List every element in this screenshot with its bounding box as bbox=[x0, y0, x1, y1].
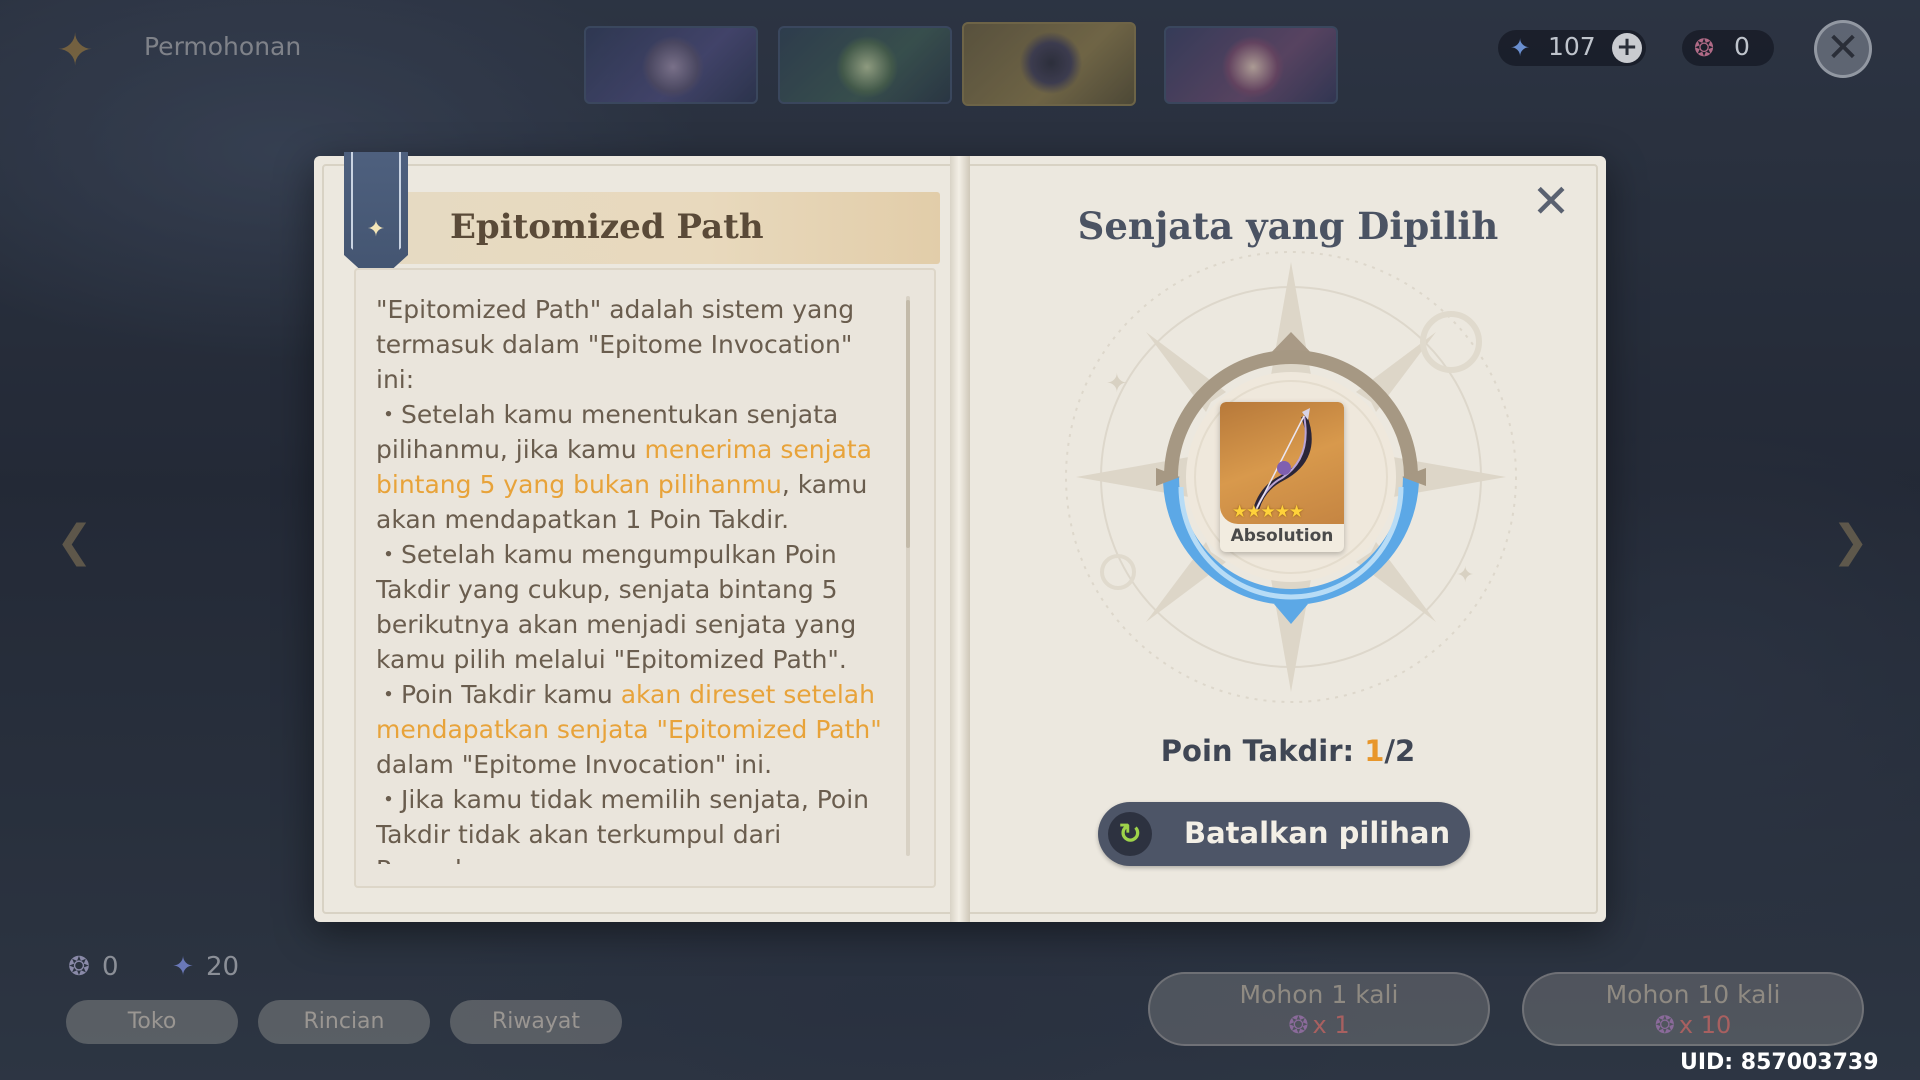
body-text: ・Poin Takdir kamu bbox=[376, 680, 621, 709]
masterless-starglitter: ✦ 20 bbox=[168, 952, 239, 982]
stardust-value: 0 bbox=[102, 952, 119, 982]
fate-points-max: /2 bbox=[1384, 734, 1416, 768]
fate-points: Poin Takdir: 1/2 bbox=[970, 734, 1606, 768]
top-bar: ✦ Permohonan ✦ 107 + ❂ 0 ✕ bbox=[0, 0, 1920, 110]
fate-value: 0 bbox=[1734, 32, 1750, 61]
history-button[interactable]: Riwayat bbox=[450, 1000, 622, 1044]
banner-art bbox=[835, 36, 899, 98]
banner-art bbox=[641, 36, 705, 98]
fate-points-label: Poin Takdir: bbox=[1160, 734, 1365, 768]
intertwined-fate-icon: ❂ bbox=[1693, 34, 1715, 62]
banner-art bbox=[1221, 36, 1285, 98]
banner-tab-2[interactable] bbox=[778, 26, 952, 104]
body-text: ・Jika kamu tidak memilih senjata, Poin T… bbox=[376, 785, 870, 864]
wish-1-cost: x 1 bbox=[1312, 1011, 1350, 1039]
cancel-selection-button[interactable]: ↻ Batalkan pilihan bbox=[1098, 802, 1470, 866]
scrollbar-thumb[interactable] bbox=[906, 300, 910, 548]
weapon-name: Absolution bbox=[1230, 526, 1334, 546]
svg-text:✦: ✦ bbox=[1456, 563, 1474, 588]
add-primogem-button[interactable]: + bbox=[1612, 33, 1642, 63]
description-paragraph: ・Poin Takdir kamu akan direset setelah m… bbox=[376, 677, 896, 782]
description-paragraph: "Epitomized Path" adalah sistem yang ter… bbox=[376, 292, 896, 397]
left-page-header: Epitomized Path bbox=[360, 192, 940, 264]
details-button[interactable]: Rincian bbox=[258, 1000, 430, 1044]
body-text: dalam "Epitome Invocation" ini. bbox=[376, 750, 773, 779]
fate-icon: ❂ bbox=[1654, 1011, 1675, 1039]
uid-label: UID: 857003739 bbox=[1680, 1050, 1879, 1075]
description-text: "Epitomized Path" adalah sistem yang ter… bbox=[376, 292, 896, 864]
stardust-icon: ❂ bbox=[68, 952, 90, 982]
banner-tab-1[interactable] bbox=[584, 26, 758, 104]
wish-10-button[interactable]: Mohon 10 kali ❂ x 10 bbox=[1522, 972, 1864, 1046]
weapon-rarity-stars: ★★★★★ bbox=[1232, 502, 1304, 522]
selected-weapon-card[interactable]: ★★★★★ Absolution bbox=[1220, 402, 1344, 552]
primogem-counter: ✦ 107 + bbox=[1498, 30, 1646, 66]
banner-tab-3-selected[interactable] bbox=[962, 22, 1136, 106]
fate-icon: ❂ bbox=[1288, 1011, 1309, 1039]
prev-banner-arrow-icon[interactable]: ❮ bbox=[56, 516, 93, 567]
refresh-icon: ↻ bbox=[1108, 812, 1152, 856]
description-paragraph: ・Setelah kamu menentukan senjata pilihan… bbox=[376, 397, 896, 537]
description-paragraph: ・Jika kamu tidak memilih senjata, Poin T… bbox=[376, 782, 896, 864]
description-paragraph: ・Setelah kamu mengumpulkan Poin Takdir y… bbox=[376, 537, 896, 677]
banner-art bbox=[1019, 32, 1083, 94]
next-banner-arrow-icon[interactable]: ❯ bbox=[1832, 516, 1869, 567]
description-panel[interactable]: "Epitomized Path" adalah sistem yang ter… bbox=[354, 268, 936, 888]
wish-1-button[interactable]: Mohon 1 kali ❂ x 1 bbox=[1148, 972, 1490, 1046]
starglitter-value: 20 bbox=[206, 952, 240, 982]
close-dialog-button[interactable]: ✕ bbox=[1528, 178, 1574, 224]
epitomized-path-dialog: Epitomized Path ✦ "Epitomized Path" adal… bbox=[314, 152, 1606, 922]
wish-title: Permohonan bbox=[144, 32, 302, 61]
left-page-title: Epitomized Path bbox=[450, 207, 764, 247]
fate-counter: ❂ 0 bbox=[1682, 30, 1774, 66]
body-text: "Epitomized Path" adalah sistem yang ter… bbox=[376, 295, 855, 394]
body-text: ・Setelah kamu mengumpulkan Poin Takdir y… bbox=[376, 540, 857, 674]
primogem-value: 107 bbox=[1548, 32, 1596, 61]
wish-10-label: Mohon 10 kali bbox=[1605, 980, 1781, 1009]
close-wish-button[interactable]: ✕ bbox=[1814, 20, 1872, 78]
starglitter-icon: ✦ bbox=[172, 952, 194, 982]
fate-points-current: 1 bbox=[1364, 734, 1385, 768]
book-spine bbox=[950, 156, 970, 922]
banner-tab-4[interactable] bbox=[1164, 26, 1338, 104]
shop-button[interactable]: Toko bbox=[66, 1000, 238, 1044]
bookmark-star-icon: ✦ bbox=[366, 217, 386, 242]
wish-10-cost: x 10 bbox=[1678, 1011, 1732, 1039]
wish-star-icon: ✦ bbox=[56, 25, 94, 76]
wish-1-label: Mohon 1 kali bbox=[1239, 980, 1399, 1009]
masterless-stardust: ❂ 0 bbox=[64, 952, 119, 982]
primogem-icon: ✦ bbox=[1509, 34, 1531, 62]
bookmark-trim bbox=[351, 152, 401, 272]
cancel-selection-label: Batalkan pilihan bbox=[1184, 816, 1451, 850]
svg-text:✦: ✦ bbox=[1106, 369, 1128, 399]
